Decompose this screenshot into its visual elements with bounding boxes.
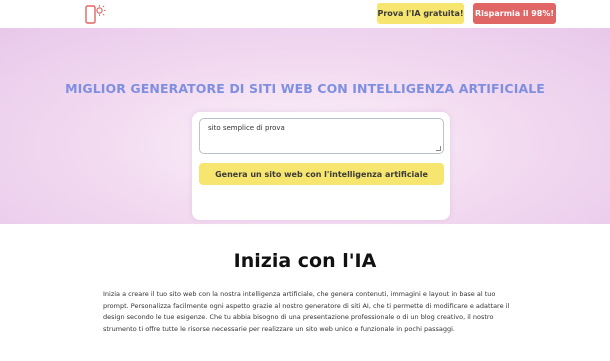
prompt-value: sito semplice di prova [208,124,285,132]
phone-sun-icon[interactable] [84,4,106,26]
hero-section: MIGLIOR GENERATORE DI SITI WEB CON INTEL… [0,28,610,224]
prompt-textarea[interactable]: sito semplice di prova [199,118,444,154]
top-bar: Prova l'IA gratuita! Risparmia il 98%! [0,0,610,28]
try-ai-button[interactable]: Prova l'IA gratuita! [377,3,464,24]
hero-title: MIGLIOR GENERATORE DI SITI WEB CON INTEL… [65,81,545,96]
prompt-card: sito semplice di prova Genera un sito we… [192,112,450,220]
save-button[interactable]: Risparmia il 98%! [473,3,556,24]
intro-text: Inizia a creare il tuo sito web con la n… [103,290,510,333]
intro-title: Inizia con l'IA [233,250,377,272]
generate-website-button[interactable]: Genera un sito web con l'intelligenza ar… [199,163,444,185]
resize-grip-icon[interactable] [436,146,441,151]
